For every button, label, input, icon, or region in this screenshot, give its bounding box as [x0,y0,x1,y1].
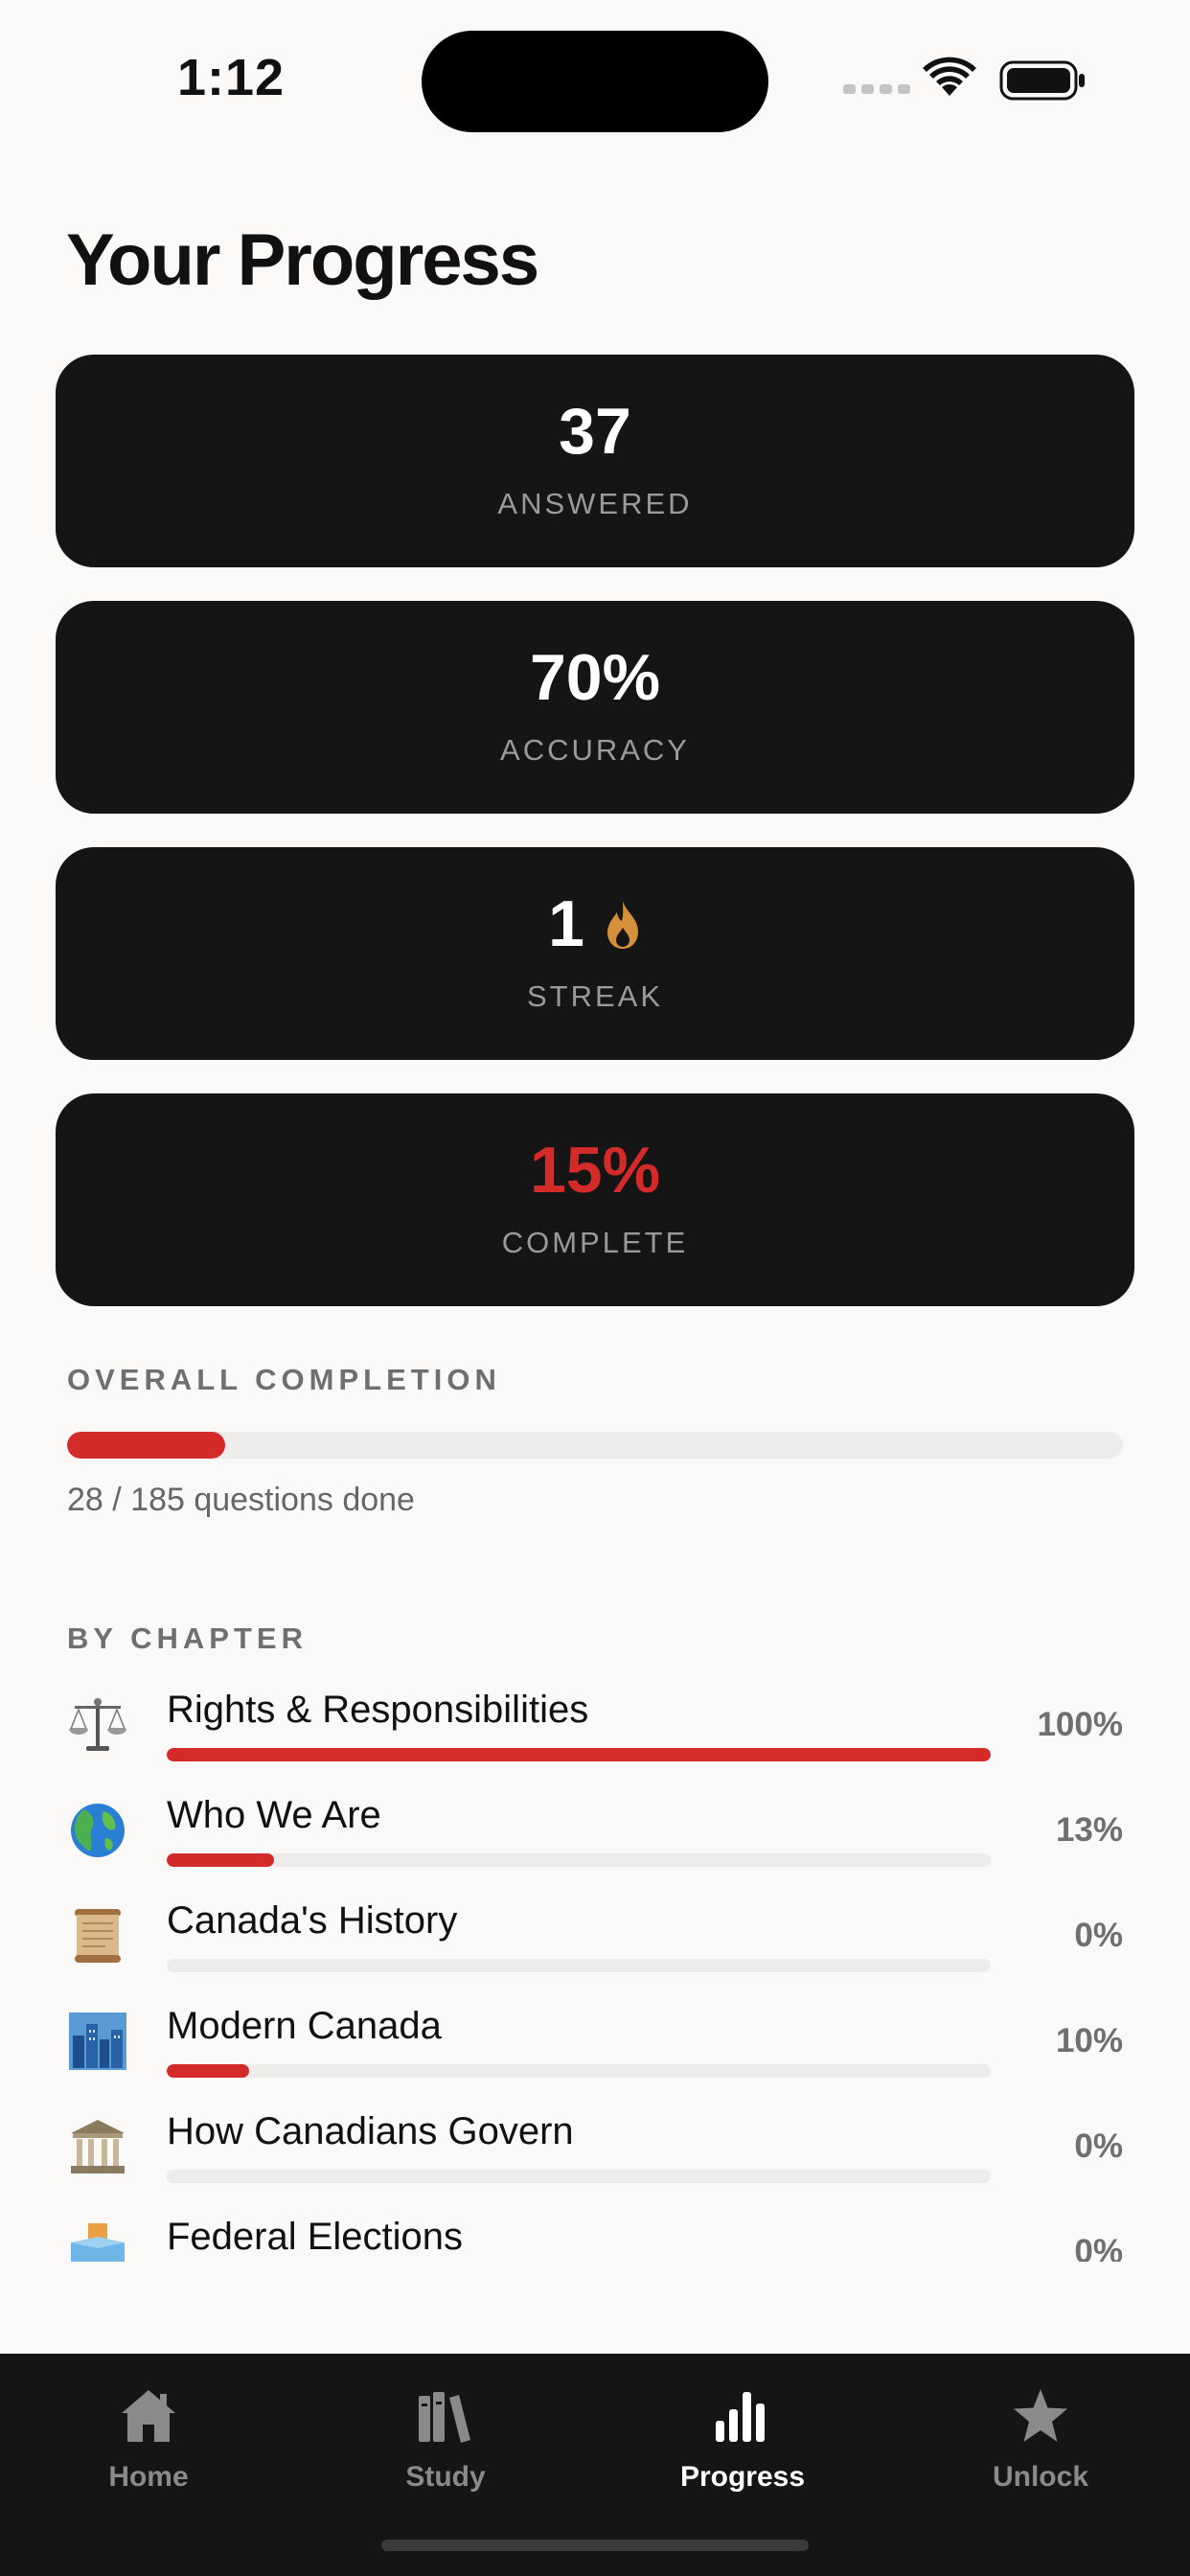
chapter-progress-fill [167,2064,249,2078]
stat-card-accuracy: 70% ACCURACY [56,601,1134,814]
chapter-progress-bar [167,1853,991,1867]
chapter-progress-fill [167,1748,991,1761]
status-time: 1:12 [177,49,286,106]
stat-label: STREAK [526,979,664,1013]
stat-label: ANSWERED [497,487,693,520]
chapter-title: Rights & Responsibilities [167,1689,589,1731]
status-bar: 1:12 [0,0,1190,163]
chapter-percent: 13% [1055,1811,1123,1849]
chapter-percent: 100% [1037,1706,1123,1743]
home-indicator [381,2540,809,2551]
stat-label: ACCURACY [500,733,690,767]
tab-label: Progress [679,2461,806,2493]
stat-card-complete: 15% COMPLETE [56,1093,1134,1306]
star-icon [1014,2389,1067,2442]
chapter-row-how-canadians-govern[interactable]: How Canadians Govern 0% [0,2104,1190,2210]
wifi-icon [923,57,976,96]
tab-progress[interactable]: Progress [628,2382,858,2494]
chapter-percent: 0% [1074,2233,1123,2262]
by-chapter-heading: BY CHAPTER [67,1622,308,1655]
stat-value: 15% [529,1134,661,1207]
chapter-progress-bar [167,2064,991,2078]
tab-study[interactable]: Study [331,2382,561,2494]
overall-progress-fill [67,1432,226,1459]
ballot-box-icon [71,2223,125,2262]
overall-progress-caption: 28 / 185 questions done [67,1482,415,1518]
overall-progress-bar [67,1432,1123,1459]
overall-completion-heading: OVERALL COMPLETION [67,1363,501,1396]
chapter-progress-fill [167,1853,274,1867]
chapter-percent: 10% [1055,2022,1123,2059]
tab-home[interactable]: Home [34,2382,263,2494]
government-building-icon [71,2120,125,2174]
tab-label: Study [405,2461,486,2493]
stat-value: 37 [559,395,631,468]
chapter-title: How Canadians Govern [167,2110,574,2152]
chapter-percent: 0% [1074,1917,1123,1954]
tab-label: Home [108,2461,189,2493]
battery-icon [999,60,1085,101]
stat-value-row: 1 [56,887,1134,960]
chapter-row-rights-responsibilities[interactable]: Rights & Responsibilities 100% [0,1683,1190,1788]
globe-icon [71,1804,125,1857]
stat-card-streak: 1 STREAK [56,847,1134,1060]
chapter-progress-bar [167,2170,991,2183]
chapter-title: Federal Elections [167,2216,464,2258]
tab-label: Unlock [992,2461,1089,2493]
dynamic-island [422,31,768,132]
chapter-progress-bar [167,1959,991,1972]
chapter-title: Modern Canada [167,2005,442,2047]
chapter-title: Who We Are [167,1794,381,1836]
chapter-percent: 0% [1074,2128,1123,2165]
stat-value: 70% [529,641,661,714]
scales-icon [69,1698,126,1751]
bar-chart-icon [716,2392,765,2442]
chapter-row-modern-canada[interactable]: Modern Canada 10% [0,1999,1190,2104]
page-title: Your Progress [66,219,539,301]
chapter-row-canadas-history[interactable]: Canada's History 0% [0,1894,1190,1999]
chapter-title: Canada's History [167,1899,458,1942]
chapter-progress-bar [167,1748,991,1761]
tab-unlock[interactable]: Unlock [926,2382,1156,2494]
chapter-row-who-we-are[interactable]: Who We Are 13% [0,1788,1190,1894]
cellular-signal-icon [843,84,910,94]
books-icon [419,2392,470,2443]
stat-label: COMPLETE [501,1226,689,1259]
cityscape-icon [69,2012,126,2070]
chapter-row-federal-elections[interactable]: Federal Elections 0% [0,2210,1190,2262]
stat-card-answered: 37 ANSWERED [56,355,1134,567]
scroll-icon [75,1909,121,1963]
stat-value: 1 [548,887,584,960]
flame-icon [606,901,638,950]
chapter-list[interactable]: Rights & Responsibilities 100% Who We Ar… [0,1683,1190,2262]
home-icon [122,2390,175,2442]
